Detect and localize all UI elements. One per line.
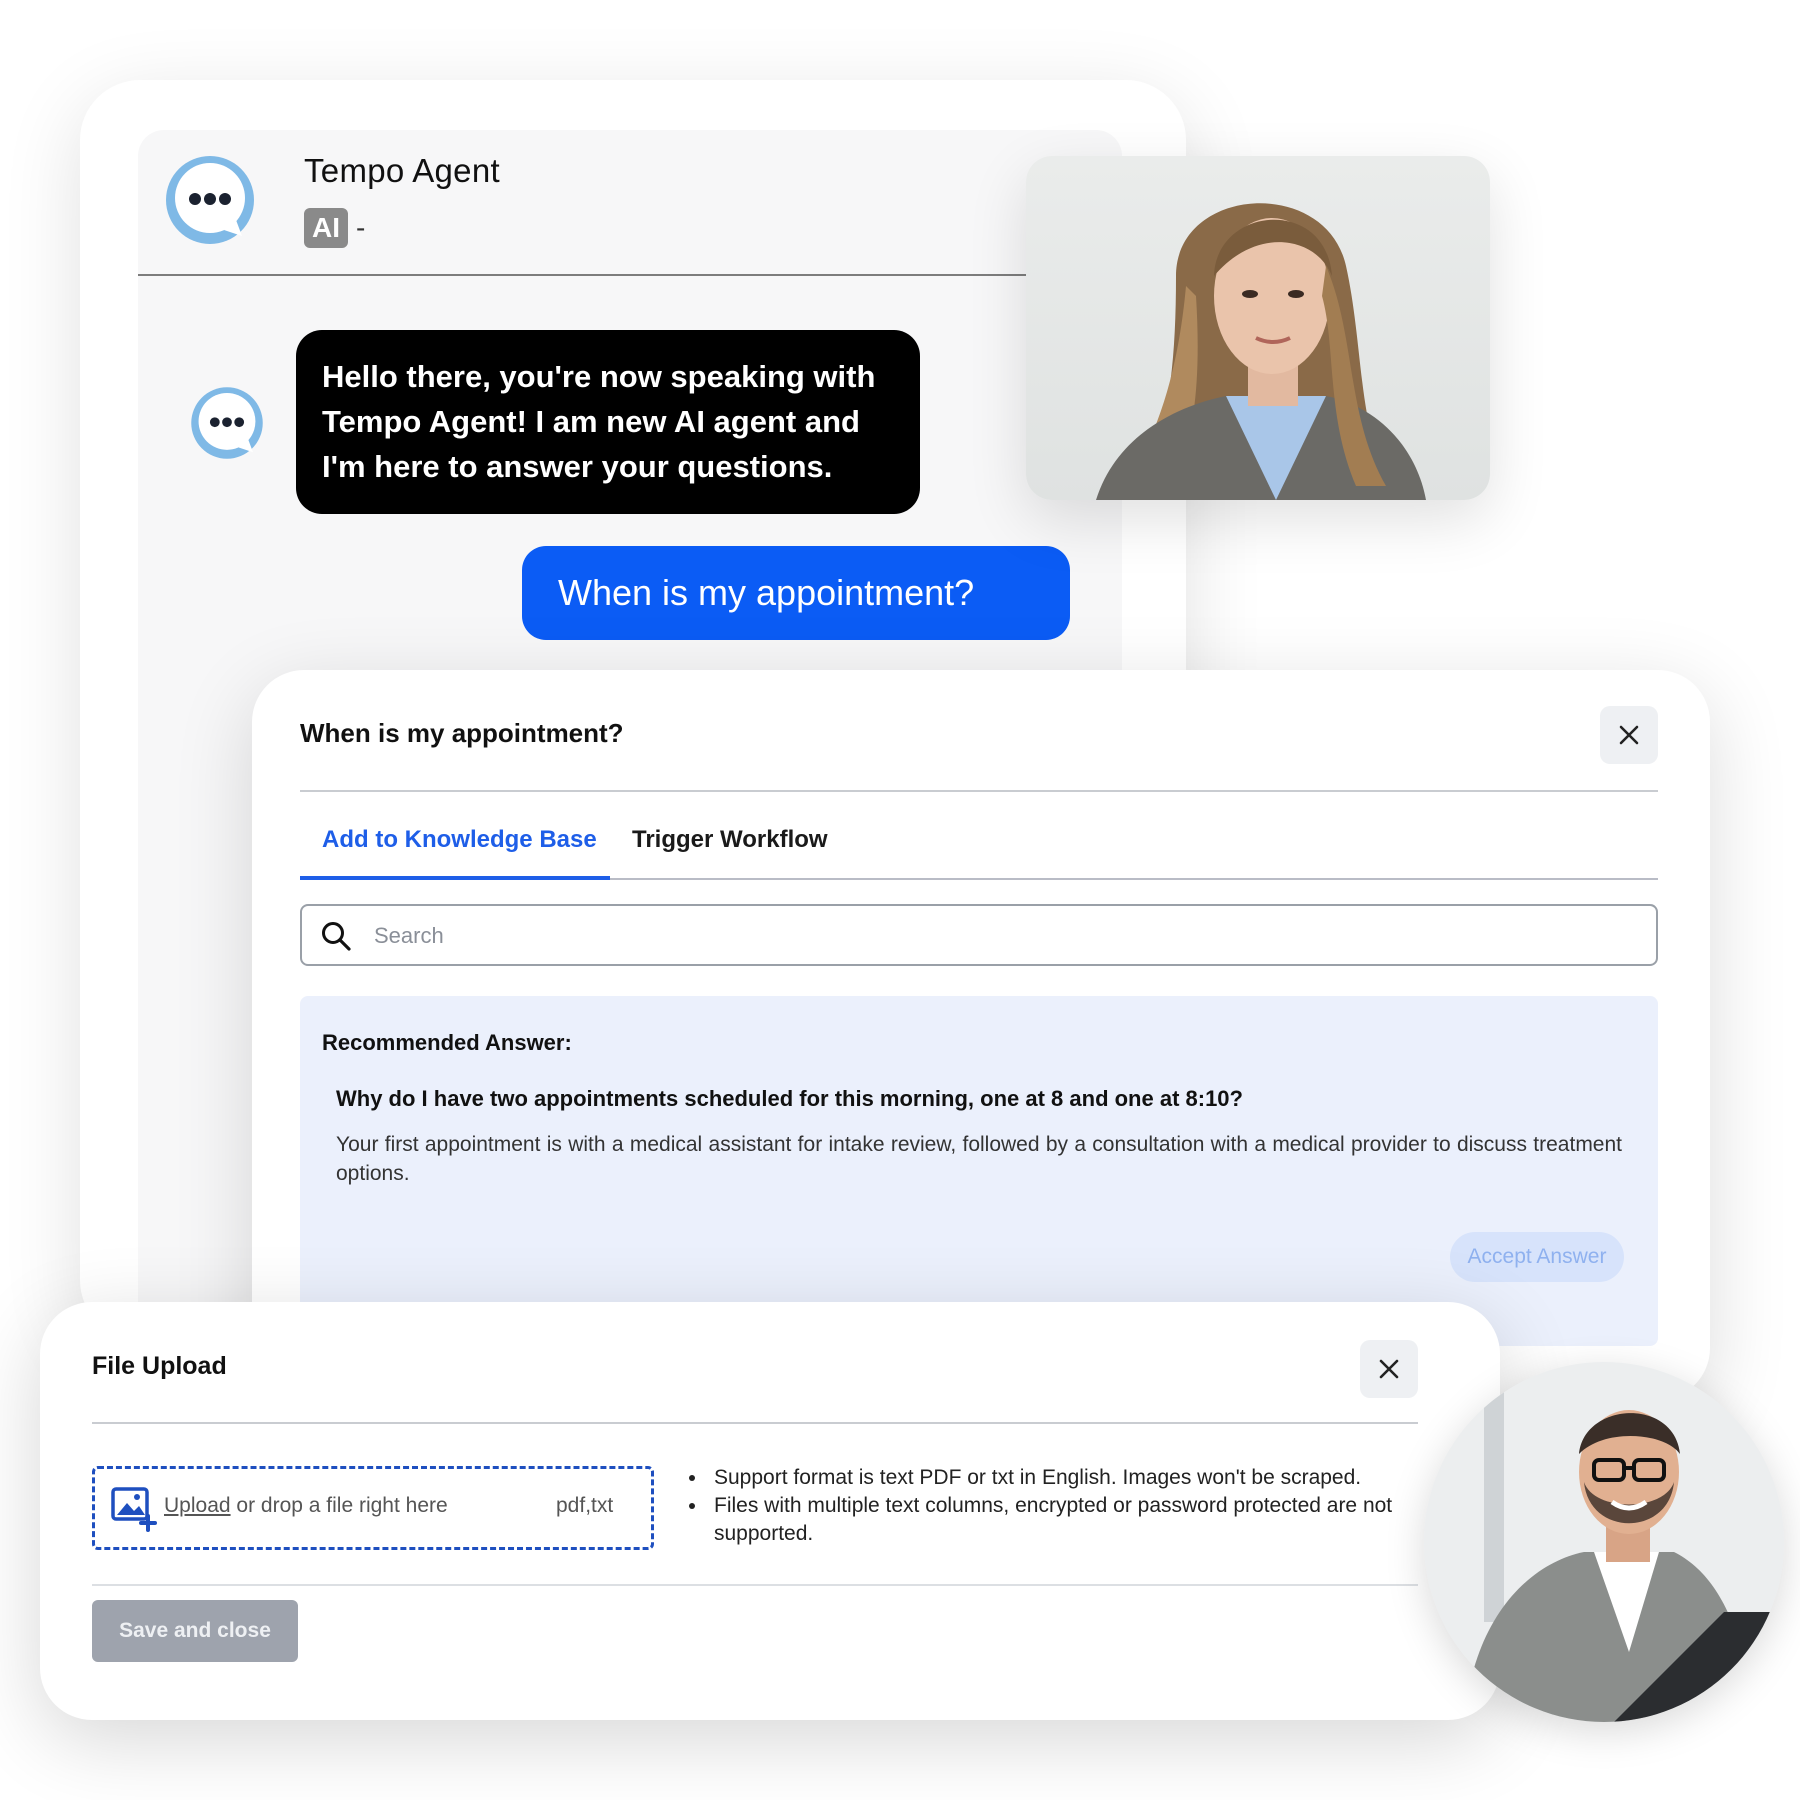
close-icon [1379, 1359, 1399, 1379]
modal-title: When is my appointment? [300, 718, 624, 748]
stage: Tempo Agent AI - Hello there, you're now… [0, 0, 1800, 1800]
save-and-close-button[interactable]: Save and close [92, 1600, 298, 1662]
upload-note: Support format is text PDF or txt in Eng… [708, 1464, 1402, 1492]
file-upload-title: File Upload [92, 1352, 227, 1380]
chat-dots-icon [166, 156, 254, 244]
recommended-answer-label: Recommended Answer: [322, 1030, 572, 1055]
close-button[interactable] [1600, 706, 1658, 764]
dropzone-text: Upload or drop a file right here [164, 1494, 448, 1518]
man-photo [1424, 1362, 1784, 1722]
image-upload-icon [111, 1487, 157, 1532]
divider [300, 790, 1658, 792]
answer-question: Why do I have two appointments scheduled… [336, 1086, 1243, 1111]
divider [92, 1584, 1418, 1586]
woman-portrait-illustration [1096, 203, 1426, 500]
drop-instruction: or drop a file right here [230, 1494, 448, 1517]
user-message-bubble: When is my appointment? [522, 546, 1070, 640]
man-portrait-illustration [1424, 1362, 1784, 1722]
search-icon [322, 922, 351, 951]
tab-trigger-workflow[interactable]: Trigger Workflow [632, 822, 828, 858]
agent-status: - [356, 212, 366, 243]
chat-dots-icon [191, 387, 263, 459]
ai-badge: AI [304, 208, 348, 248]
answer-text: Your first appointment is with a medical… [336, 1133, 1622, 1185]
close-icon [1619, 725, 1639, 745]
divider [92, 1422, 1418, 1424]
tab-add-to-knowledge-base[interactable]: Add to Knowledge Base [322, 822, 597, 858]
search-box [300, 904, 1658, 966]
chat-header [138, 130, 1038, 276]
woman-photo [1026, 156, 1490, 500]
upload-notes: Support format is text PDF or txt in Eng… [686, 1464, 1402, 1548]
upload-note: Files with multiple text columns, encryp… [708, 1492, 1402, 1548]
agent-message-bubble: Hello there, you're now speaking with Te… [296, 330, 920, 514]
active-tab-indicator [300, 876, 610, 880]
close-button[interactable] [1360, 1340, 1418, 1398]
upload-link[interactable]: Upload [164, 1494, 231, 1517]
agent-name: Tempo Agent [304, 152, 500, 189]
accept-answer-button[interactable]: Accept Answer [1450, 1232, 1624, 1282]
allowed-formats: pdf,txt [556, 1494, 614, 1517]
search-input[interactable] [372, 916, 1632, 956]
